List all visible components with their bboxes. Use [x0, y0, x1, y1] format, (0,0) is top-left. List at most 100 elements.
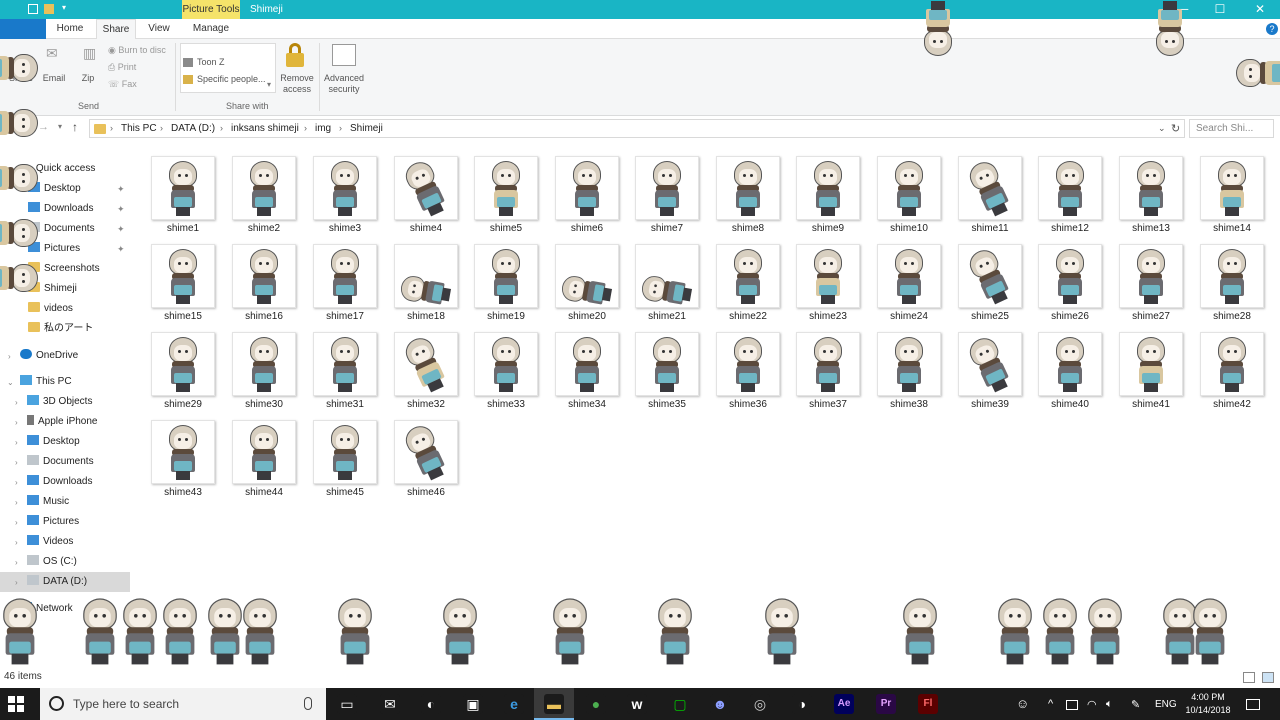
desktop-mascot[interactable]: [331, 598, 379, 665]
pen-icon[interactable]: ✎: [1131, 698, 1140, 711]
file-thumbnail[interactable]: [716, 156, 780, 220]
sidebar-item-videos-pc[interactable]: Videos: [0, 532, 130, 552]
store-icon[interactable]: ▣: [463, 694, 483, 714]
share-entry[interactable]: Specific people...: [197, 74, 266, 84]
task-view-icon[interactable]: ▭: [337, 694, 357, 714]
start-button[interactable]: [8, 696, 24, 712]
sidebar-item-my-art[interactable]: 私のアート: [0, 319, 130, 339]
crumb-this-pc[interactable]: This PC: [121, 123, 157, 134]
address-bar[interactable]: › This PC › DATA (D:) › inksans shimeji …: [89, 119, 1185, 138]
file-thumbnail[interactable]: [877, 156, 941, 220]
forward-icon[interactable]: →: [38, 121, 49, 133]
advanced-security-button[interactable]: Advanced security: [322, 73, 366, 95]
maximize-button[interactable]: ☐: [1204, 0, 1236, 19]
file-thumbnail[interactable]: [1038, 332, 1102, 396]
search-input[interactable]: Search Shi...: [1189, 119, 1274, 138]
share-list-expand-icon[interactable]: ▾: [267, 80, 271, 89]
desktop-mascot[interactable]: [0, 158, 38, 198]
wattpad-icon[interactable]: w: [627, 694, 647, 714]
file-thumbnail[interactable]: [474, 156, 538, 220]
help-icon[interactable]: ?: [1266, 23, 1278, 35]
volume-icon[interactable]: 🔈︎: [1106, 698, 1113, 711]
expand-chevron-icon[interactable]: ›: [15, 578, 18, 587]
file-thumbnail[interactable]: [1200, 332, 1264, 396]
file-thumbnail[interactable]: [635, 244, 699, 308]
remove-access-button[interactable]: Remove access: [278, 73, 316, 95]
file-thumbnail[interactable]: [716, 332, 780, 396]
app-circle-icon[interactable]: ◎: [750, 694, 770, 714]
sidebar-item-documents-pc[interactable]: Documents: [0, 452, 130, 472]
desktop-mascot[interactable]: [0, 258, 38, 298]
show-hidden-icons[interactable]: ^: [1048, 698, 1053, 710]
desktop-mascot[interactable]: [896, 598, 944, 665]
file-thumbnail[interactable]: [958, 332, 1022, 396]
file-thumbnail[interactable]: [232, 332, 296, 396]
mail-icon[interactable]: ✉: [380, 694, 400, 714]
desktop-mascot[interactable]: [1081, 598, 1129, 665]
desktop-mascot[interactable]: [0, 48, 38, 88]
file-thumbnail[interactable]: [1200, 156, 1264, 220]
crumb-data-d[interactable]: DATA (D:): [171, 123, 215, 134]
file-thumbnail[interactable]: [877, 244, 941, 308]
language-indicator[interactable]: ENG: [1155, 699, 1177, 710]
sidebar-item-data-d[interactable]: DATA (D:): [0, 572, 130, 592]
file-thumbnail[interactable]: [555, 156, 619, 220]
line-icon[interactable]: ▢: [670, 694, 690, 714]
tab-share[interactable]: Share: [96, 19, 136, 39]
wifi-icon[interactable]: ◠: [1087, 698, 1097, 711]
recent-locations-icon[interactable]: ▾: [58, 122, 62, 131]
taskbar-search[interactable]: Type here to search: [40, 688, 326, 720]
desktop-mascot[interactable]: [1036, 598, 1084, 665]
file-thumbnail[interactable]: [1038, 244, 1102, 308]
file-thumbnail[interactable]: [1119, 156, 1183, 220]
burn-to-disc-button[interactable]: ◉ Burn to disc: [108, 45, 166, 56]
sidebar-item-onedrive[interactable]: OneDrive: [0, 346, 130, 366]
crumb-inksans-shimeji[interactable]: inksans shimeji: [231, 123, 299, 134]
action-center-icon[interactable]: [1246, 699, 1260, 710]
file-thumbnail[interactable]: [474, 244, 538, 308]
properties-icon[interactable]: [28, 4, 38, 14]
file-thumbnail[interactable]: [958, 244, 1022, 308]
new-folder-icon[interactable]: [44, 4, 54, 14]
desktop-mascot[interactable]: [1186, 598, 1234, 665]
file-thumbnail[interactable]: [796, 244, 860, 308]
desktop-mascot[interactable]: [918, 0, 958, 56]
tab-file[interactable]: [0, 19, 46, 39]
file-explorer-icon[interactable]: ▬: [544, 694, 564, 714]
desktop-mascot[interactable]: [0, 213, 38, 253]
fax-button[interactable]: ☏ Fax: [108, 79, 137, 90]
tab-manage[interactable]: Manage: [186, 19, 236, 39]
desktop-mascot[interactable]: [156, 598, 204, 665]
tab-view[interactable]: View: [142, 19, 176, 39]
email-button[interactable]: Email: [38, 73, 70, 84]
sidebar-item-3d-objects[interactable]: 3D Objects: [0, 392, 130, 412]
up-icon[interactable]: ↑: [72, 120, 78, 134]
print-button[interactable]: ⎙ Print: [108, 62, 136, 73]
steam-icon[interactable]: ◐: [421, 694, 441, 714]
customize-qat-icon[interactable]: ▾: [62, 3, 66, 12]
desktop-mascot[interactable]: [1236, 53, 1280, 93]
sidebar-item-videos[interactable]: videos: [0, 299, 130, 319]
large-icons-view-icon[interactable]: [1262, 672, 1274, 683]
crumb-img[interactable]: img: [315, 123, 331, 134]
discord-icon[interactable]: ☻: [710, 694, 730, 714]
people-icon[interactable]: ☺: [1016, 696, 1029, 711]
close-button[interactable]: ✕: [1244, 0, 1276, 19]
file-thumbnail[interactable]: [1119, 244, 1183, 308]
chrome-icon[interactable]: ●: [586, 694, 606, 714]
desktop-mascot[interactable]: [436, 598, 484, 665]
flash-icon[interactable]: Fl: [918, 694, 938, 714]
file-thumbnail[interactable]: [151, 156, 215, 220]
app-swirl-icon[interactable]: ◑: [792, 694, 812, 714]
desktop-mascot[interactable]: [1150, 0, 1190, 56]
desktop-mascot[interactable]: [236, 598, 284, 665]
tab-home[interactable]: Home: [50, 19, 90, 39]
desktop-mascot[interactable]: [651, 598, 699, 665]
file-thumbnail[interactable]: [232, 244, 296, 308]
desktop-mascot[interactable]: [758, 598, 806, 665]
file-thumbnail[interactable]: [313, 244, 377, 308]
file-thumbnail[interactable]: [313, 156, 377, 220]
details-view-icon[interactable]: [1243, 672, 1255, 683]
file-thumbnail[interactable]: [394, 244, 458, 308]
edge-icon[interactable]: e: [504, 694, 524, 714]
